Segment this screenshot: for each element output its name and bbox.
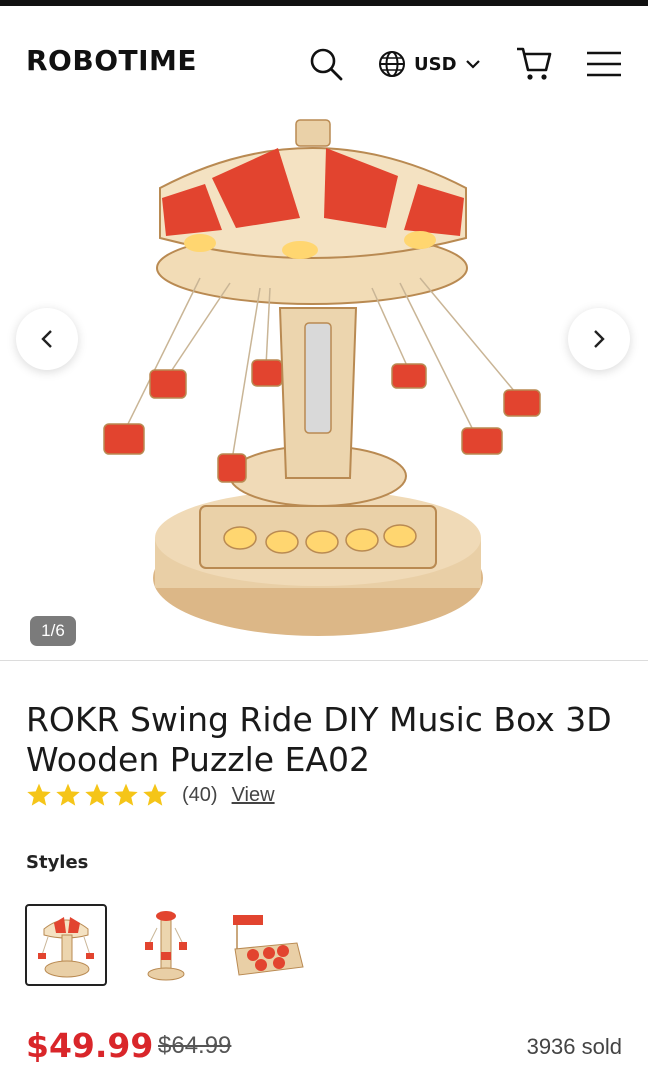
boat-ride-thumb xyxy=(233,915,304,976)
currency-label: USD xyxy=(414,53,457,75)
style-swatch-swing-ride[interactable] xyxy=(25,904,107,986)
product-gallery[interactable] xyxy=(0,118,648,660)
chevron-left-icon xyxy=(41,330,52,348)
product-title: ROKR Swing Ride DIY Music Box 3D Wooden … xyxy=(26,700,612,779)
tower-ride-thumb xyxy=(145,911,187,981)
star-icon xyxy=(27,783,51,806)
style-swatch-tower-ride[interactable] xyxy=(125,904,207,986)
menu-icon[interactable] xyxy=(584,44,624,84)
style-swatch-boat-ride[interactable] xyxy=(225,904,307,986)
globe-icon xyxy=(379,51,405,77)
gallery-prev-button[interactable] xyxy=(16,308,78,370)
styles-label: Styles xyxy=(26,852,89,873)
sold-count: 3936 sold xyxy=(526,1034,622,1059)
gallery-counter: 1/6 xyxy=(30,616,76,646)
sale-price: $49.99 xyxy=(26,1026,154,1065)
chevron-down-icon xyxy=(465,60,480,69)
cart-icon[interactable] xyxy=(514,44,554,84)
rating-stars xyxy=(26,782,168,808)
star-icon xyxy=(114,783,138,806)
swing-ride-music-box-image xyxy=(103,119,541,636)
gallery-next-button[interactable] xyxy=(568,308,630,370)
product-rating: (40) View xyxy=(26,778,275,812)
star-icon xyxy=(85,783,109,806)
brand-logo[interactable]: ROBOTIME xyxy=(26,44,197,77)
chevron-right-icon xyxy=(594,330,605,348)
view-reviews-link[interactable]: View xyxy=(232,784,275,807)
divider xyxy=(0,660,648,661)
search-icon[interactable] xyxy=(306,44,346,84)
swing-ride-thumb xyxy=(38,917,94,978)
rating-count: (40) xyxy=(182,783,218,806)
compare-at-price: $64.99 xyxy=(158,1032,232,1059)
currency-selector[interactable]: USD xyxy=(378,46,481,82)
site-header: ROBOTIME USD xyxy=(0,6,648,118)
star-icon xyxy=(56,783,80,806)
star-icon xyxy=(143,783,167,806)
